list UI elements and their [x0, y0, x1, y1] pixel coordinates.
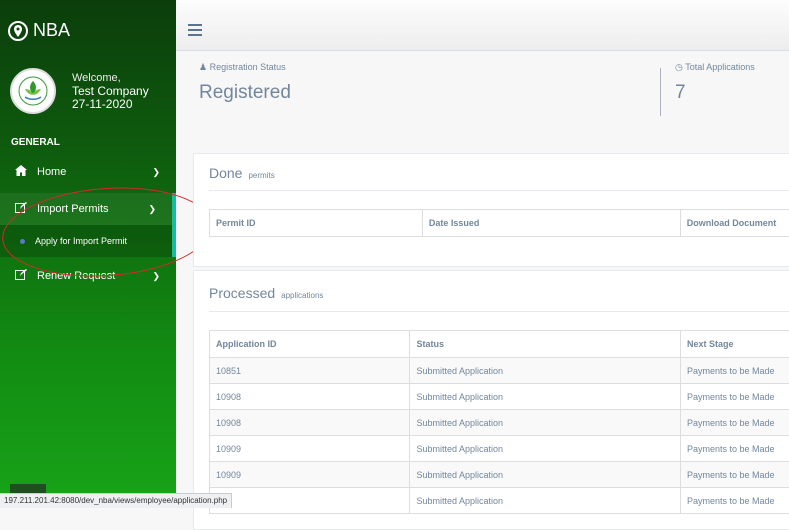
- table-header-row: Application ID Status Next Stage: [210, 331, 789, 358]
- panel-title: Donepermits: [209, 165, 275, 181]
- application-id: 10909: [210, 436, 410, 462]
- column-header[interactable]: Application ID: [210, 331, 410, 358]
- column-header[interactable]: Permit ID: [210, 210, 423, 237]
- menu-toggle-icon[interactable]: [188, 24, 202, 36]
- next-stage: Payments to be Made: [680, 488, 789, 514]
- next-stage: Payments to be Made: [680, 462, 789, 488]
- sidebar-item-label: Home: [37, 166, 66, 178]
- done-panel: Donepermits Permit ID Date Issued Downlo…: [193, 153, 789, 267]
- application-status: Submitted Application: [410, 384, 681, 410]
- company-name: Test Company 27-11-2020: [72, 85, 152, 111]
- application-id: 10909: [210, 462, 410, 488]
- table-header-row: Permit ID Date Issued Download Document: [210, 210, 789, 237]
- application-status: Submitted Application: [410, 410, 681, 436]
- next-stage: Payments to be Made: [680, 384, 789, 410]
- table-row[interactable]: 10851 Submitted Application Payments to …: [210, 358, 789, 384]
- brand-name: NBA: [33, 20, 70, 41]
- total-applications-value: 7: [675, 82, 686, 104]
- table-row[interactable]: Submitted Application Payments to be Mad…: [210, 488, 789, 514]
- company-logo-icon: [17, 75, 49, 107]
- table-row[interactable]: 10908 Submitted Application Payments to …: [210, 410, 789, 436]
- welcome-text: Welcome,: [72, 72, 152, 85]
- stat-divider: [660, 68, 661, 116]
- table-row[interactable]: 10909 Submitted Application Payments to …: [210, 462, 789, 488]
- edit-icon: [14, 269, 28, 283]
- panel-title: Processedapplications: [209, 285, 323, 301]
- user-icon: ♟: [199, 62, 207, 72]
- column-header[interactable]: Status: [410, 331, 681, 358]
- application-id: 10908: [210, 384, 410, 410]
- profile-text: Welcome, Test Company 27-11-2020: [72, 72, 152, 111]
- next-stage: Payments to be Made: [680, 436, 789, 462]
- application-id: 10908: [210, 410, 410, 436]
- application-status: Submitted Application: [410, 358, 681, 384]
- table-row[interactable]: 10908 Submitted Application Payments to …: [210, 384, 789, 410]
- section-title: GENERAL: [11, 137, 60, 148]
- application-status: Submitted Application: [410, 436, 681, 462]
- processed-panel: Processedapplications Application ID Sta…: [193, 270, 789, 530]
- table-row[interactable]: 10909 Submitted Application Payments to …: [210, 436, 789, 462]
- column-header[interactable]: Download Document: [680, 210, 789, 237]
- application-status: Submitted Application: [410, 488, 681, 514]
- applications-table: Application ID Status Next Stage 10851 S…: [209, 330, 789, 514]
- chevron-down-icon: ❯: [152, 167, 160, 178]
- avatar: [10, 68, 56, 114]
- profile: Welcome, Test Company 27-11-2020: [10, 68, 152, 114]
- panel-divider: [209, 190, 789, 191]
- application-id: 10851: [210, 358, 410, 384]
- home-icon: [14, 165, 28, 179]
- application-id: [210, 488, 410, 514]
- total-applications-label: ◷ Total Applications: [675, 62, 755, 73]
- column-header[interactable]: Date Issued: [422, 210, 680, 237]
- top-navbar: [176, 0, 789, 51]
- registration-status-label: ♟ Registration Status: [199, 62, 286, 73]
- next-stage: Payments to be Made: [680, 410, 789, 436]
- chevron-down-icon: ❯: [152, 271, 160, 282]
- map-marker-icon: [8, 21, 28, 41]
- next-stage: Payments to be Made: [680, 358, 789, 384]
- application-status: Submitted Application: [410, 462, 681, 488]
- brand[interactable]: NBA: [8, 20, 70, 41]
- clock-icon: ◷: [675, 62, 683, 72]
- sidebar-item-home[interactable]: Home ❯: [0, 156, 176, 188]
- permits-table: Permit ID Date Issued Download Document: [209, 209, 789, 237]
- registration-status-value: Registered: [199, 82, 291, 104]
- column-header[interactable]: Next Stage: [680, 331, 789, 358]
- panel-divider: [209, 311, 789, 312]
